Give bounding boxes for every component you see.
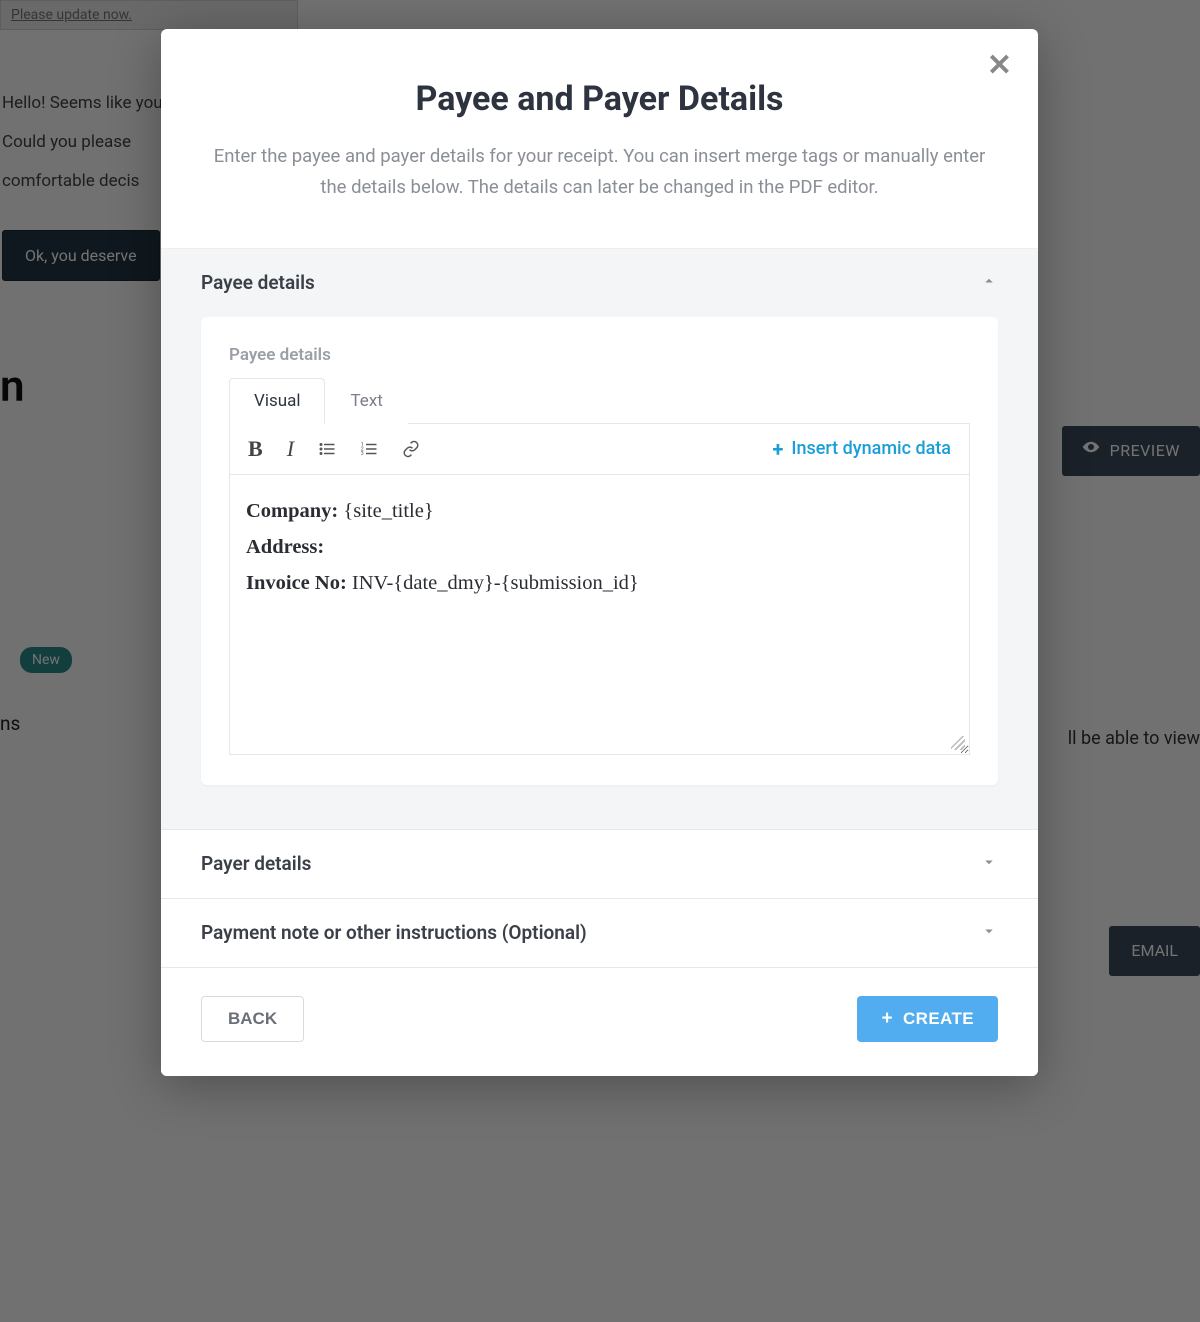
section-payee: Payee details Payee details Visual Text … [161, 249, 1038, 830]
toolbar-left: B I 123 [248, 436, 420, 462]
payee-payer-modal: ✕ Payee and Payer Details Enter the paye… [161, 29, 1038, 1076]
bold-icon[interactable]: B [248, 436, 263, 462]
section-payer: Payer details [161, 830, 1038, 899]
back-button[interactable]: BACK [201, 996, 304, 1042]
create-button-label: CREATE [903, 1009, 974, 1029]
numbered-list-icon[interactable]: 123 [360, 440, 378, 458]
insert-dynamic-data-button[interactable]: + Insert dynamic data [772, 437, 951, 461]
insert-dynamic-data-label: Insert dynamic data [791, 438, 951, 459]
resize-handle-icon[interactable] [951, 736, 965, 750]
section-payee-label: Payee details [201, 271, 315, 294]
section-payment-note-header[interactable]: Payment note or other instructions (Opti… [161, 899, 1038, 967]
invoice-label: Invoice No: [246, 572, 347, 594]
section-payee-body: Payee details Visual Text B I 123 [161, 317, 1038, 829]
close-icon[interactable]: ✕ [987, 51, 1012, 81]
chevron-down-icon [980, 852, 998, 876]
create-button[interactable]: + CREATE [857, 996, 998, 1042]
link-icon[interactable] [402, 440, 420, 458]
chevron-up-icon [980, 271, 998, 295]
plus-icon: + [772, 437, 783, 461]
editor-tabs: Visual Text [229, 377, 970, 424]
payee-editor-label: Payee details [229, 345, 970, 365]
company-label: Company: [246, 500, 338, 522]
section-payer-label: Payer details [201, 852, 311, 875]
tab-text[interactable]: Text [325, 378, 407, 424]
section-payment-note-label: Payment note or other instructions (Opti… [201, 921, 587, 944]
modal-header: Payee and Payer Details Enter the payee … [161, 29, 1038, 249]
section-payment-note: Payment note or other instructions (Opti… [161, 899, 1038, 968]
address-label: Address: [246, 536, 324, 558]
invoice-value: INV-{date_dmy}-{submission_id} [352, 572, 639, 594]
section-payer-header[interactable]: Payer details [161, 830, 1038, 898]
svg-text:3: 3 [361, 451, 364, 457]
modal-description: Enter the payee and payer details for yo… [201, 141, 998, 204]
chevron-down-icon [980, 921, 998, 945]
payee-editor-textarea[interactable]: Company: {site_title} Address: Invoice N… [229, 475, 970, 755]
tab-visual[interactable]: Visual [229, 378, 325, 424]
modal-footer: BACK + CREATE [161, 968, 1038, 1076]
bullet-list-icon[interactable] [318, 440, 336, 458]
italic-icon[interactable]: I [287, 436, 294, 462]
company-value: {site_title} [343, 500, 433, 522]
section-payee-header[interactable]: Payee details [161, 249, 1038, 317]
payee-editor-card: Payee details Visual Text B I 123 [201, 317, 998, 785]
plus-icon: + [881, 1009, 893, 1028]
modal-title: Payee and Payer Details [201, 79, 998, 119]
editor-toolbar: B I 123 + Insert dyn [229, 424, 970, 475]
